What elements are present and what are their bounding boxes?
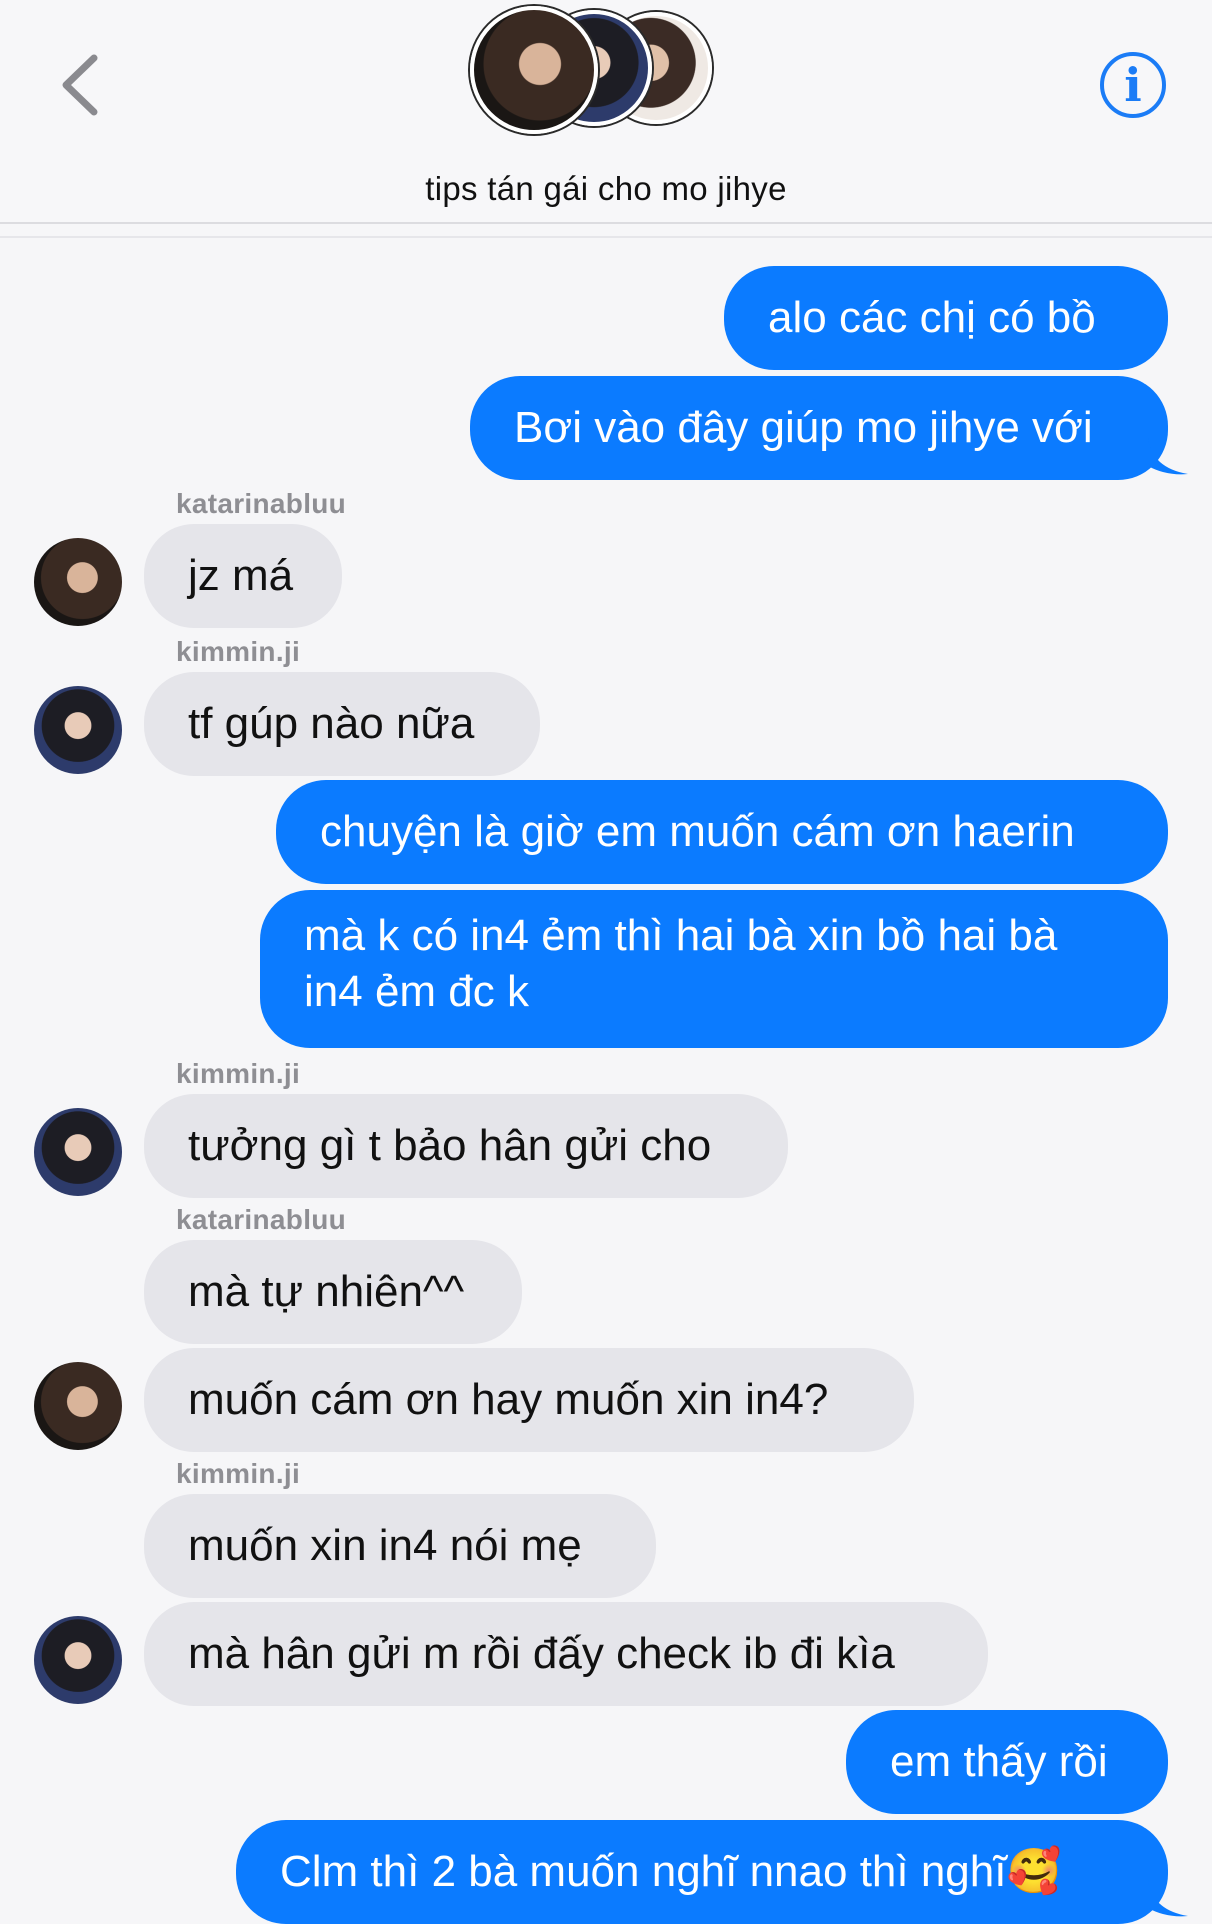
avatar[interactable] xyxy=(34,538,122,626)
outgoing-message[interactable]: chuyện là giờ em muốn cám ơn haerin xyxy=(276,780,1168,884)
avatar[interactable] xyxy=(34,686,122,774)
message-text: chuyện là giờ em muốn cám ơn haerin xyxy=(320,807,1075,856)
message-text: alo các chị có bồ xyxy=(768,293,1096,342)
incoming-message[interactable]: tưởng gì t bảo hân gửi cho xyxy=(144,1094,788,1198)
incoming-message[interactable]: muốn cám ơn hay muốn xin in4? xyxy=(144,1348,914,1452)
message-text: tưởng gì t bảo hân gửi cho xyxy=(188,1121,712,1170)
bubble-tail xyxy=(1148,1880,1188,1917)
incoming-message[interactable]: mà tự nhiên^^ xyxy=(144,1240,522,1344)
chat-header: tips tán gái cho mo jihye i xyxy=(0,0,1212,224)
message-text: muốn xin in4 nói mẹ xyxy=(188,1521,582,1570)
message-text: mà hân gửi m rồi đấy check ib đi kìa xyxy=(188,1629,895,1678)
avatar[interactable] xyxy=(34,1362,122,1450)
sender-name: katarinabluu xyxy=(176,488,347,519)
sender-name: kimmin.ji xyxy=(176,1458,301,1489)
incoming-message[interactable]: mà hân gửi m rồi đấy check ib đi kìa xyxy=(144,1602,988,1706)
sender-name: katarinabluu xyxy=(176,1204,347,1235)
incoming-message[interactable]: muốn xin in4 nói mẹ xyxy=(144,1494,656,1598)
incoming-message[interactable]: jz má xyxy=(144,524,342,628)
incoming-message[interactable]: tf gúp nào nữa xyxy=(144,672,540,776)
avatar[interactable] xyxy=(34,1108,122,1196)
message-text-line: mà k có in4 ẻm thì hai bà xin bồ hai bà xyxy=(304,911,1058,960)
message-text: jz má xyxy=(188,551,294,600)
sender-name: kimmin.ji xyxy=(176,636,301,667)
bubble-tail xyxy=(1148,438,1188,475)
message-text: Bơi vào đây giúp mo jihye với xyxy=(514,403,1093,452)
message-text: Clm thì 2 bà muốn nghĩ nnao thì nghĩ🥰 xyxy=(280,1847,1062,1896)
divider xyxy=(0,236,1212,238)
outgoing-message[interactable]: em thấy rồi xyxy=(846,1710,1168,1814)
chevron-left-icon[interactable] xyxy=(54,50,114,120)
group-title[interactable]: tips tán gái cho mo jihye xyxy=(0,170,1212,208)
message-text: muốn cám ơn hay muốn xin in4? xyxy=(188,1375,829,1424)
message-text: mà tự nhiên^^ xyxy=(188,1267,465,1316)
sender-name: kimmin.ji xyxy=(176,1058,301,1089)
outgoing-message[interactable]: Clm thì 2 bà muốn nghĩ nnao thì nghĩ🥰 xyxy=(236,1820,1168,1924)
outgoing-message[interactable]: mà k có in4 ẻm thì hai bà xin bồ hai bà … xyxy=(260,890,1168,1048)
group-avatars[interactable] xyxy=(470,2,720,134)
message-text-line: in4 ẻm đc k xyxy=(304,967,529,1016)
info-icon[interactable]: i xyxy=(1100,52,1166,118)
message-text: em thấy rồi xyxy=(890,1737,1108,1786)
outgoing-message[interactable]: alo các chị có bồ xyxy=(724,266,1168,370)
outgoing-message[interactable]: Bơi vào đây giúp mo jihye với xyxy=(470,376,1168,480)
avatar[interactable] xyxy=(34,1616,122,1704)
avatar xyxy=(470,6,598,134)
message-text: tf gúp nào nữa xyxy=(188,699,475,748)
